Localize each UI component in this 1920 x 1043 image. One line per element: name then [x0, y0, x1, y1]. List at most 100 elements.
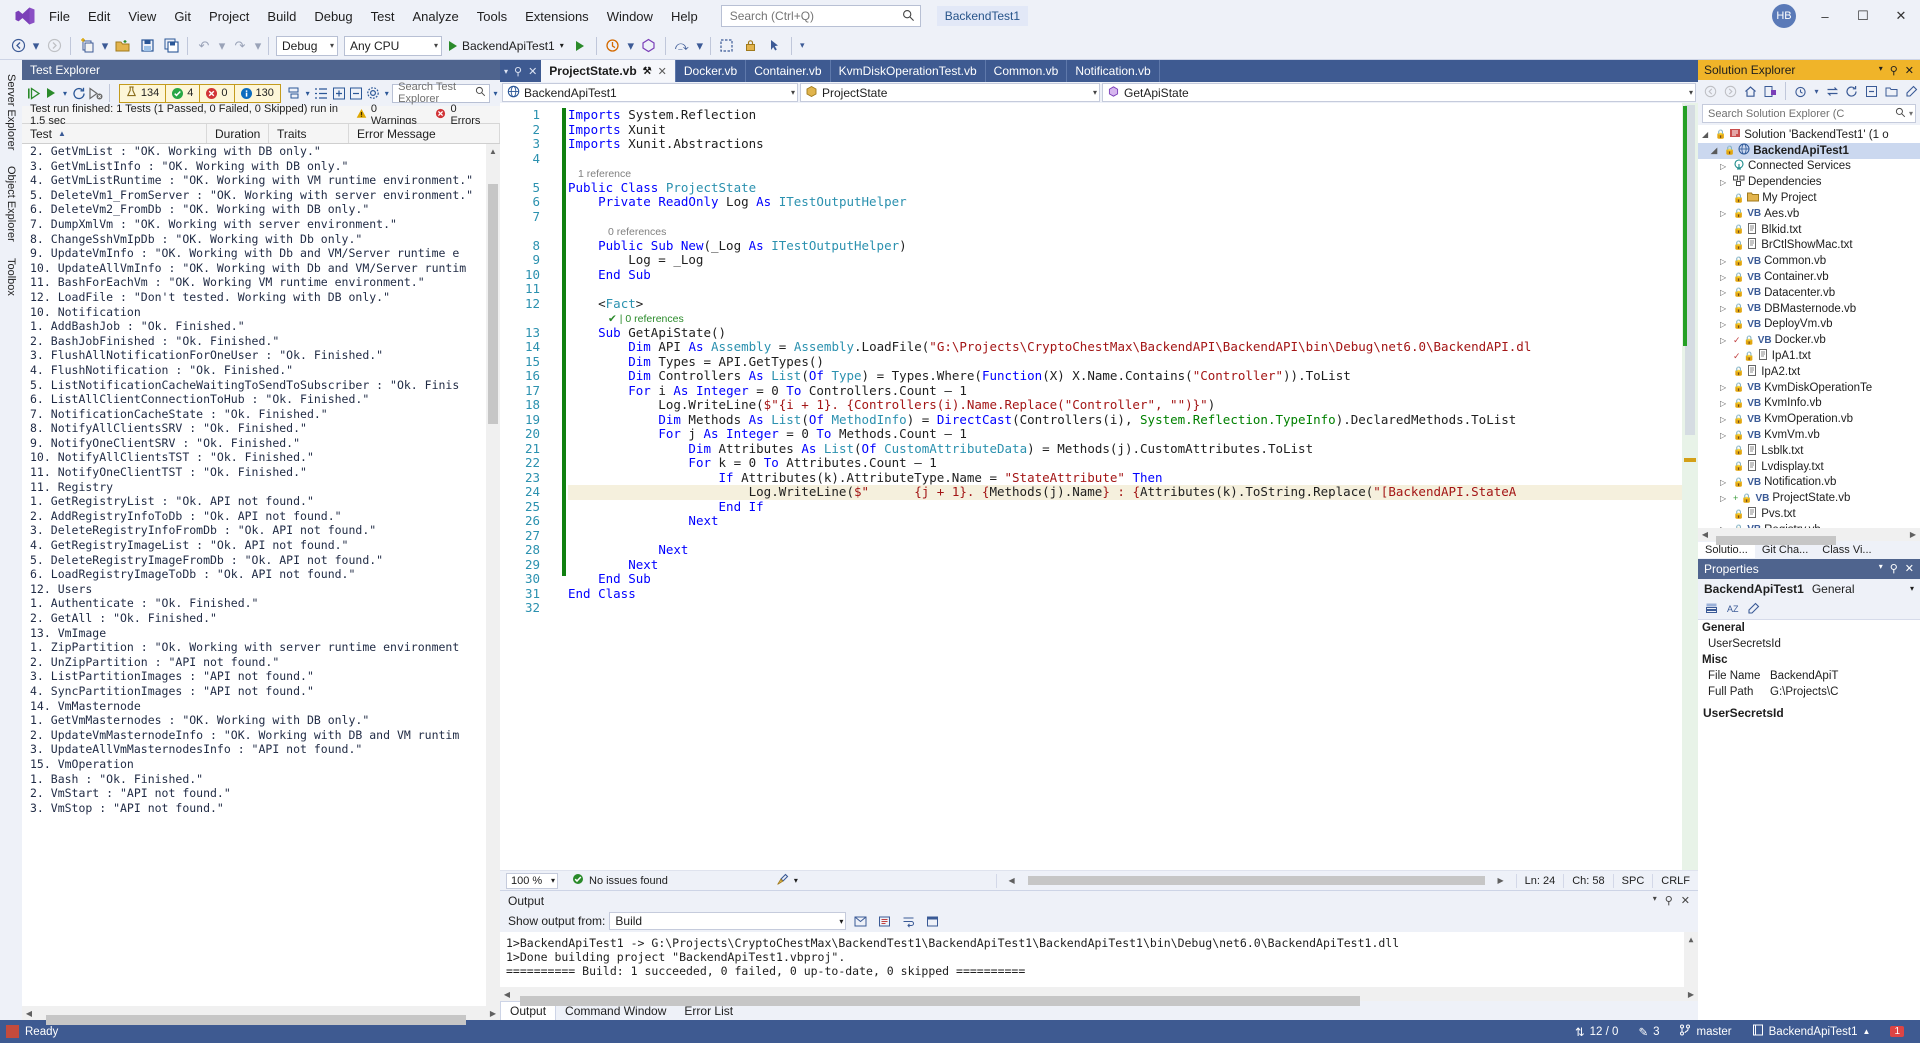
line-ending-indicator[interactable]: CRLF [1652, 873, 1698, 888]
group-by-dropdown-icon[interactable]: ▾ [303, 83, 312, 103]
test-output-row[interactable]: 9. UpdateVmInfo : "OK. Working with Db a… [22, 246, 500, 261]
code-line[interactable]: Next [568, 513, 1682, 529]
pending-changes-filter-icon[interactable] [1761, 82, 1779, 101]
test-list-vertical-scrollbar[interactable]: ▲ [486, 144, 500, 1006]
scroll-right-icon[interactable]: ▶ [1906, 527, 1920, 541]
property-value[interactable]: BackendApiT [1770, 670, 1920, 682]
menu-analyze[interactable]: Analyze [403, 5, 467, 28]
branch-cell[interactable]: master [1669, 1020, 1741, 1043]
undo-icon[interactable]: ↶ [193, 35, 215, 57]
code-line[interactable]: End Sub [568, 267, 1682, 283]
pin-icon[interactable]: ⚒ [643, 66, 652, 77]
code-line[interactable]: Imports System.Reflection [568, 107, 1682, 123]
menu-view[interactable]: View [119, 5, 165, 28]
toolbar-overflow-icon[interactable]: ▾ [797, 35, 808, 57]
solution-horizontal-scrollbar[interactable]: ◀ ▶ [1698, 527, 1920, 545]
clear-all-icon[interactable] [874, 911, 894, 931]
toggle-output-icon[interactable] [922, 911, 942, 931]
code-line[interactable]: Dim Methods As List(Of MethodInfo) = Dir… [568, 412, 1682, 428]
solution-configuration-combo[interactable]: Debug ▾ [276, 35, 338, 56]
column-header-test[interactable]: Test ▲ [22, 124, 207, 143]
scroll-left-icon[interactable]: ◀ [1698, 527, 1712, 541]
test-output-row[interactable]: 11. NotifyOneClientTST : "Ok. Finished." [22, 465, 500, 480]
run-tests-icon[interactable] [43, 83, 59, 103]
test-output-row[interactable]: 2. AddRegistryInfoToDb : "Ok. API not fo… [22, 509, 500, 524]
expander-icon[interactable]: ▷ [1720, 209, 1730, 218]
test-output-row[interactable]: 2. UnZipPartition : "API not found." [22, 655, 500, 670]
toggle-wordwrap-icon[interactable] [898, 911, 918, 931]
expander-icon[interactable]: ◢ [1711, 146, 1721, 155]
code-line[interactable]: Dim Attributes As List(Of CustomAttribut… [568, 441, 1682, 457]
test-output-row[interactable]: 11. Registry [22, 480, 500, 495]
code-line[interactable] [568, 529, 1682, 544]
list-view-icon[interactable] [313, 83, 329, 103]
chevron-down-icon[interactable]: ▾ [1910, 584, 1920, 593]
test-output-row[interactable]: 12. Users [22, 582, 500, 597]
solution-tree-item[interactable]: ▷ 🔒 VB KvmOperation.vb [1698, 411, 1920, 427]
menu-help[interactable]: Help [662, 5, 707, 28]
document-tab[interactable]: Docker.vb [675, 60, 747, 82]
redo-icon[interactable]: ↷ [229, 35, 251, 57]
alphabetical-view-icon[interactable]: AZ [1723, 599, 1742, 618]
code-lens-label[interactable]: 1 reference [578, 168, 631, 180]
expander-icon[interactable]: ◢ [1702, 130, 1712, 139]
find-message-icon[interactable] [850, 911, 870, 931]
code-line[interactable]: Dim Types = API.GetTypes() [568, 354, 1682, 370]
source-control-sync-cell[interactable]: ⇅ 12 / 0 [1565, 1020, 1628, 1043]
solution-tree-item[interactable]: ▷ 🔒 VB KvmInfo.vb [1698, 396, 1920, 412]
menu-extensions[interactable]: Extensions [516, 5, 598, 28]
code-line[interactable] [568, 601, 1682, 616]
test-output-row[interactable]: 4. FlushNotification : "Ok. Finished." [22, 363, 500, 378]
code-line[interactable]: For j As Integer = 0 To Methods.Count – … [568, 426, 1682, 442]
property-pages-icon[interactable] [1744, 599, 1763, 618]
solution-root-row[interactable]: ◢ 🔒 Solution 'BackendTest1' (1 o [1698, 127, 1920, 143]
navigate-forward-icon[interactable] [43, 35, 65, 57]
pin-icon[interactable]: ⚲ [1665, 894, 1673, 907]
test-output-row[interactable]: 3. GetVmListInfo : "OK. Working with DB … [22, 159, 500, 174]
code-line[interactable]: Imports Xunit [568, 122, 1682, 138]
navbar-type-combo[interactable]: ProjectState ▾ [800, 83, 1100, 102]
h-scroll-thumb[interactable] [46, 1015, 466, 1025]
test-output-row[interactable]: 2. VmStart : "API not found." [22, 786, 500, 801]
menu-git[interactable]: Git [165, 5, 200, 28]
expander-icon[interactable]: ▷ [1720, 273, 1730, 282]
scroll-right-icon[interactable]: ▶ [486, 1006, 500, 1020]
code-line[interactable]: Log.WriteLine($" {j + 1}. {Methods(j).Na… [568, 484, 1682, 500]
code-line[interactable]: Log.WriteLine($"{i + 1}. {Controllers(i)… [568, 397, 1682, 413]
run-dropdown-icon[interactable]: ▾ [61, 83, 70, 103]
undo-dropdown-icon[interactable]: ▾ [217, 35, 227, 57]
select-element-icon[interactable] [716, 35, 738, 57]
select-tool-icon[interactable] [764, 35, 786, 57]
test-output-row[interactable]: 10. NotifyAllClientsTST : "Ok. Finished.… [22, 450, 500, 465]
properties-grid[interactable]: General UserSecretsId Misc File Name Bac… [1698, 619, 1920, 1020]
start-without-debug-icon[interactable] [569, 35, 591, 57]
repeat-last-run-icon[interactable] [71, 83, 87, 103]
menu-window[interactable]: Window [598, 5, 662, 28]
expander-icon[interactable]: ▷ [1720, 288, 1730, 297]
chevron-down-icon[interactable]: ▾ [560, 41, 564, 50]
search-dropdown-icon[interactable]: ▾ [1906, 109, 1913, 118]
code-line[interactable]: Private ReadOnly Log As ITestOutputHelpe… [568, 194, 1682, 210]
document-tab[interactable]: Container.vb [746, 60, 831, 82]
open-file-icon[interactable] [112, 35, 134, 57]
test-list-horizontal-scrollbar[interactable]: ◀ ▶ [22, 1006, 500, 1025]
test-output-row[interactable]: 2. GetVmList : "OK. Working with DB only… [22, 144, 500, 159]
test-output-row[interactable]: 3. DeleteRegistryInfoFromDb : "Ok. API n… [22, 523, 500, 538]
scroll-up-icon[interactable]: ▲ [1684, 932, 1698, 946]
test-output-row[interactable]: 3. UpdateAllVmMasternodesInfo : "API not… [22, 742, 500, 757]
show-all-files-icon[interactable] [1882, 82, 1900, 101]
code-line[interactable]: End Sub [568, 571, 1682, 587]
spaces-indicator[interactable]: SPC [1612, 873, 1653, 888]
settings-dropdown-icon[interactable]: ▾ [382, 83, 391, 103]
pending-changes-dropdown-icon[interactable]: ▾ [1812, 82, 1821, 101]
test-output-row[interactable]: 15. VmOperation [22, 757, 500, 772]
test-output-row[interactable]: 6. LoadRegistryImageToDb : "Ok. API not … [22, 567, 500, 582]
test-output-row[interactable]: 11. BashForEachVm : "OK. Working VM runt… [22, 275, 500, 290]
save-all-icon[interactable] [160, 35, 182, 57]
code-line[interactable]: If Attributes(k).AttributeType.Name = "S… [568, 470, 1682, 486]
counter-not-run[interactable]: 130 [235, 85, 280, 102]
solution-tree-item[interactable]: 🔒 Blkid.txt [1698, 222, 1920, 238]
code-line[interactable]: End If [568, 499, 1682, 515]
solution-tree-item[interactable]: 🔒 My Project [1698, 190, 1920, 206]
test-output-row[interactable]: 10. Notification [22, 305, 500, 320]
